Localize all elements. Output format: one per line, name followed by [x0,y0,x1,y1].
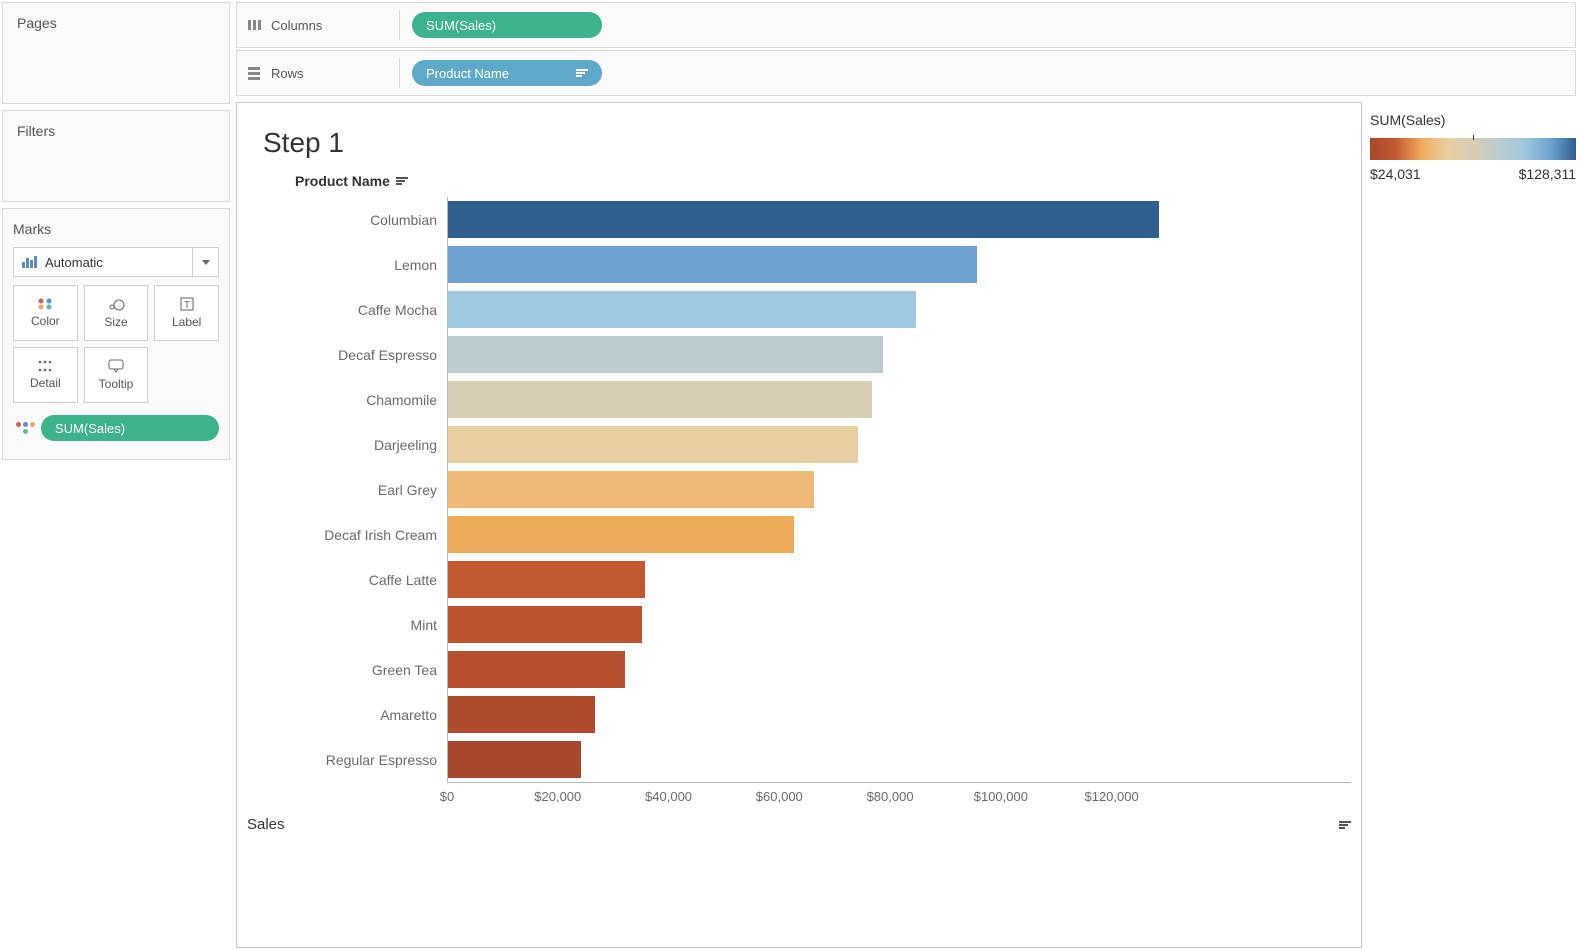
columns-shelf[interactable]: Columns SUM(Sales) [236,2,1576,48]
category-label[interactable]: Decaf Espresso [247,332,447,377]
label-icon: T [180,297,194,311]
rows-pill[interactable]: Product Name [412,60,602,86]
rows-shelf[interactable]: Rows Product Name [236,50,1576,96]
rows-label: Rows [271,66,304,81]
viz-title: Step 1 [263,127,1351,159]
bar[interactable] [448,651,625,688]
bar-row [448,377,1351,422]
size-icon [107,297,125,311]
marks-title: Marks [13,221,219,237]
x-tick-label: $40,000 [645,789,692,804]
bar[interactable] [448,696,595,733]
color-pill[interactable]: SUM(Sales) [41,415,219,441]
dropdown-arrow-icon[interactable] [193,247,219,277]
bar-row [448,692,1351,737]
x-tick-label: $20,000 [534,789,581,804]
bar-row [448,737,1351,782]
marks-color-button[interactable]: Color [13,285,78,341]
marks-size-label: Size [104,315,127,329]
marks-detail-button[interactable]: Detail [13,347,78,403]
columns-pill-label: SUM(Sales) [426,18,496,33]
bar[interactable] [448,561,645,598]
sort-desc-icon [576,69,588,77]
category-label[interactable]: Decaf Irish Cream [247,512,447,557]
category-label[interactable]: Regular Espresso [247,737,447,782]
svg-text:T: T [184,300,190,311]
bar-row [448,242,1351,287]
legend-gradient[interactable] [1370,138,1576,160]
category-label[interactable]: Green Tea [247,647,447,692]
marks-type-select[interactable]: Automatic [13,247,219,277]
color-pill-label: SUM(Sales) [55,421,125,436]
marks-size-button[interactable]: Size [84,285,149,341]
pages-title: Pages [17,15,215,31]
pages-shelf[interactable]: Pages [2,2,230,104]
x-axis-title[interactable]: Sales [247,816,1351,833]
category-label[interactable]: Darjeeling [247,422,447,467]
category-label[interactable]: Caffe Mocha [247,287,447,332]
marks-tooltip-label: Tooltip [99,377,134,391]
color-legend[interactable]: SUM(Sales) $24,031 $128,311 [1370,102,1576,948]
bar-row [448,197,1351,242]
bar-row [448,287,1351,332]
bar-row [448,467,1351,512]
x-tick-label: $120,000 [1084,789,1138,804]
bar[interactable] [448,381,872,418]
category-label[interactable]: Lemon [247,242,447,287]
bar-row [448,422,1351,467]
dimension-header[interactable]: Product Name [295,173,408,189]
marks-color-label: Color [31,314,60,328]
filters-shelf[interactable]: Filters [2,110,230,202]
columns-label: Columns [271,18,322,33]
bar-row [448,602,1351,647]
category-label[interactable]: Chamomile [247,377,447,422]
bar-row [448,647,1351,692]
bar-chart-icon [22,256,37,268]
bar[interactable] [448,516,794,553]
category-label[interactable]: Columbian [247,197,447,242]
marks-label-label: Label [172,315,201,329]
filters-title: Filters [17,123,215,139]
color-icon [37,298,53,310]
marks-color-pill-row[interactable]: SUM(Sales) [13,415,219,441]
bar[interactable] [448,336,883,373]
bar-row [448,512,1351,557]
bar[interactable] [448,246,977,283]
sort-desc-icon [1339,821,1351,829]
columns-pill[interactable]: SUM(Sales) [412,12,602,38]
x-tick-label: $0 [440,789,454,804]
category-label[interactable]: Amaretto [247,692,447,737]
x-tick-label: $100,000 [974,789,1028,804]
bar[interactable] [448,291,916,328]
sort-desc-icon [396,177,408,185]
detail-icon [38,360,52,372]
bar[interactable] [448,471,814,508]
legend-max: $128,311 [1519,166,1576,182]
tooltip-icon [108,359,124,373]
columns-icon [247,18,261,32]
bar[interactable] [448,606,642,643]
legend-min: $24,031 [1370,166,1421,182]
rows-icon [247,66,261,80]
x-tick-label: $80,000 [867,789,914,804]
bar[interactable] [448,201,1159,238]
bar-row [448,332,1351,377]
marks-card: Marks Automatic Color [2,208,230,460]
marks-detail-label: Detail [30,376,61,390]
viz-canvas: Step 1 Product Name ColumbianLemonCaffe … [236,102,1362,948]
x-tick-label: $60,000 [756,789,803,804]
legend-title: SUM(Sales) [1370,112,1576,128]
category-label[interactable]: Mint [247,602,447,647]
rows-pill-label: Product Name [426,66,509,81]
marks-tooltip-button[interactable]: Tooltip [84,347,149,403]
category-label[interactable]: Earl Grey [247,467,447,512]
marks-type-label: Automatic [45,255,103,270]
category-label[interactable]: Caffe Latte [247,557,447,602]
bar-row [448,557,1351,602]
bar[interactable] [448,426,858,463]
marks-label-button[interactable]: T Label [154,285,219,341]
color-encoding-icon [13,422,35,434]
bar[interactable] [448,741,581,778]
